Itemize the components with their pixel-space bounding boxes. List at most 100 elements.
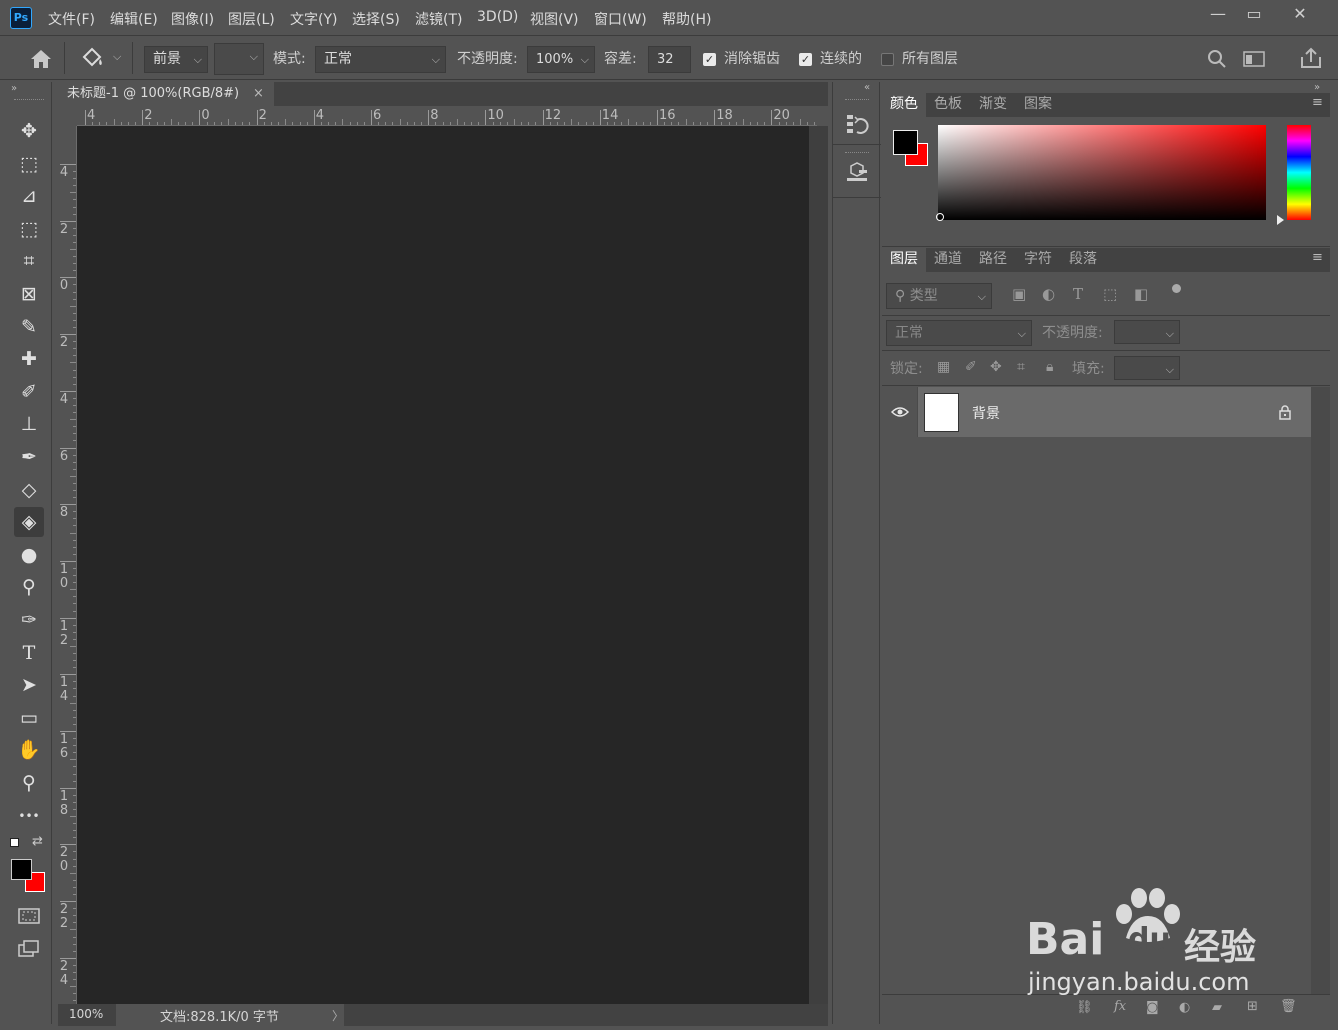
menu-file[interactable]: 文件(F) xyxy=(48,9,95,29)
add-mask-icon[interactable]: ◙ xyxy=(1146,1000,1159,1015)
default-colors-icon[interactable] xyxy=(10,838,19,847)
zoom-level[interactable]: 100% xyxy=(69,1007,103,1021)
filter-smart-object-icon[interactable]: ◧ xyxy=(1134,285,1148,303)
lock-transparent-icon[interactable]: ▦ xyxy=(937,359,950,375)
tolerance-input[interactable]: 32 xyxy=(648,46,691,73)
document-canvas[interactable] xyxy=(77,126,809,1004)
fill-source-dropdown[interactable]: 前景 ⌵ xyxy=(144,46,208,73)
delete-layer-icon[interactable]: 🗑︎ xyxy=(1280,999,1297,1014)
layer-fill-input[interactable]: ⌵ xyxy=(1114,356,1180,380)
tab-layers[interactable]: 图层 xyxy=(882,248,926,272)
minimize-button[interactable]: — xyxy=(1204,4,1232,26)
layer-filter-dropdown[interactable]: ⚲ 类型 ⌵ xyxy=(886,283,992,309)
workspace-icon[interactable] xyxy=(1243,51,1265,67)
blur-tool-icon[interactable]: ● xyxy=(14,540,44,570)
collapse-dock-icon[interactable]: » xyxy=(1314,82,1320,93)
crop-tool-icon[interactable]: ⌗ xyxy=(14,246,44,276)
tab-color[interactable]: 颜色 xyxy=(882,93,926,117)
expand-dock-icon[interactable]: « xyxy=(864,82,870,93)
collapse-toolbox-icon[interactable]: » xyxy=(11,83,17,94)
document-tab[interactable]: 未标题-1 @ 100%(RGB/8#) × xyxy=(58,82,274,106)
layer-blend-mode-dropdown[interactable]: 正常 ⌵ xyxy=(886,320,1032,346)
lock-pixels-icon[interactable]: ✐ xyxy=(965,359,977,375)
history-panel-icon[interactable] xyxy=(845,112,869,136)
layers-scrollbar[interactable] xyxy=(1311,387,1330,994)
layer-name[interactable]: 背景 xyxy=(972,403,1000,423)
paint-bucket-tool-icon[interactable]: ◈ xyxy=(14,507,44,538)
color-panel-fg-swatch[interactable] xyxy=(893,130,918,155)
eyedropper-tool-icon[interactable]: ✎ xyxy=(14,312,44,342)
tab-character[interactable]: 字符 xyxy=(1016,248,1060,272)
lock-position-icon[interactable]: ✥ xyxy=(990,359,1002,375)
layer-visibility-eye-icon[interactable] xyxy=(891,406,909,418)
3d-panel-icon[interactable] xyxy=(845,162,869,186)
menu-select[interactable]: 选择(S) xyxy=(352,9,400,29)
share-icon[interactable] xyxy=(1300,47,1322,69)
doc-info-box[interactable]: 文档:828.1K/0 字节 xyxy=(116,1004,344,1026)
hand-tool-icon[interactable]: ✋ xyxy=(14,735,44,765)
screen-mode-icon[interactable] xyxy=(18,940,40,958)
status-menu-arrow-icon[interactable]: 〉 xyxy=(332,1007,344,1024)
link-layers-icon[interactable]: ⛓ xyxy=(1076,1000,1093,1015)
menu-window[interactable]: 窗口(W) xyxy=(594,9,647,29)
close-tab-icon[interactable]: × xyxy=(253,82,264,106)
new-layer-icon[interactable]: ⊞ xyxy=(1247,999,1258,1014)
menu-3d[interactable]: 3D(D) xyxy=(477,9,518,25)
filter-shape-icon[interactable]: ⬚ xyxy=(1103,285,1117,303)
tab-swatches[interactable]: 色板 xyxy=(926,93,970,117)
menu-image[interactable]: 图像(I) xyxy=(171,9,214,29)
new-group-icon[interactable]: ▰ xyxy=(1212,1000,1222,1015)
close-button[interactable]: ✕ xyxy=(1286,4,1314,26)
pen-tool-icon[interactable]: ✑ xyxy=(14,605,44,635)
lock-all-icon[interactable]: 🔒︎ xyxy=(1046,359,1053,375)
filter-toggle-icon[interactable] xyxy=(1172,284,1181,293)
mode-dropdown[interactable]: 正常 ⌵ xyxy=(315,46,446,73)
vertical-ruler[interactable]: 42024681012141618202224 xyxy=(58,126,77,1004)
home-icon[interactable] xyxy=(29,48,53,70)
tab-gradients[interactable]: 渐变 xyxy=(971,93,1015,117)
lasso-tool-icon[interactable]: ⊿ xyxy=(14,181,44,211)
tab-channels[interactable]: 通道 xyxy=(926,248,970,272)
brush-tool-icon[interactable]: ✐ xyxy=(14,377,44,407)
hue-slider[interactable] xyxy=(1287,125,1311,220)
vertical-scrollbar[interactable] xyxy=(809,126,828,1004)
more-tools-icon[interactable]: ••• xyxy=(14,801,44,831)
lock-artboard-icon[interactable]: ⌗ xyxy=(1017,359,1025,375)
layers-panel-menu-icon[interactable]: ≡ xyxy=(1312,250,1323,265)
layer-opacity-input[interactable]: ⌵ xyxy=(1114,320,1180,344)
object-select-tool-icon[interactable]: ⬚ xyxy=(14,214,44,244)
preset-caret-icon[interactable]: ⌵ xyxy=(113,50,121,64)
restore-button[interactable]: ▭ xyxy=(1240,4,1268,26)
hue-slider-handle[interactable] xyxy=(1277,215,1284,225)
menu-view[interactable]: 视图(V) xyxy=(530,9,579,29)
menu-edit[interactable]: 编辑(E) xyxy=(110,9,158,29)
menu-layer[interactable]: 图层(L) xyxy=(228,9,275,29)
horizontal-ruler[interactable]: 4 2 0 2 4 6 8 10 12 14 16 18 20 xyxy=(77,106,817,126)
rectangle-tool-icon[interactable]: ▭ xyxy=(14,703,44,733)
history-brush-tool-icon[interactable]: ✒ xyxy=(14,442,44,472)
clone-stamp-tool-icon[interactable]: ⊥ xyxy=(14,409,44,439)
quick-mask-icon[interactable] xyxy=(18,908,40,924)
contiguous-checkbox[interactable]: ✓ xyxy=(799,53,812,66)
tab-paths[interactable]: 路径 xyxy=(971,248,1015,272)
color-picker-handle[interactable] xyxy=(936,213,944,221)
opacity-input[interactable]: 100% ⌵ xyxy=(527,46,595,73)
adjustment-layer-icon[interactable]: ◐ xyxy=(1179,1000,1190,1015)
zoom-tool-icon[interactable]: ⚲ xyxy=(14,768,44,798)
filter-type-icon[interactable]: T xyxy=(1073,285,1083,303)
menu-help[interactable]: 帮助(H) xyxy=(662,9,711,29)
dodge-tool-icon[interactable]: ⚲ xyxy=(14,572,44,602)
layer-row[interactable]: 背景 xyxy=(882,387,1311,437)
filter-adjustment-icon[interactable]: ◐ xyxy=(1042,285,1055,303)
type-tool-icon[interactable]: T xyxy=(14,638,44,668)
move-tool-icon[interactable]: ✥ xyxy=(14,116,44,146)
antialias-checkbox[interactable]: ✓ xyxy=(703,53,716,66)
path-select-tool-icon[interactable]: ➤ xyxy=(14,670,44,700)
tab-paragraph[interactable]: 段落 xyxy=(1061,248,1105,272)
menu-filter[interactable]: 滤镜(T) xyxy=(415,9,462,29)
foreground-color-swatch[interactable] xyxy=(11,859,32,880)
layer-style-fx-icon[interactable]: fx xyxy=(1114,999,1126,1014)
eraser-tool-icon[interactable]: ◇ xyxy=(14,475,44,505)
filter-pixel-icon[interactable]: ▣ xyxy=(1012,285,1026,303)
marquee-tool-icon[interactable]: ⬚ xyxy=(14,149,44,179)
